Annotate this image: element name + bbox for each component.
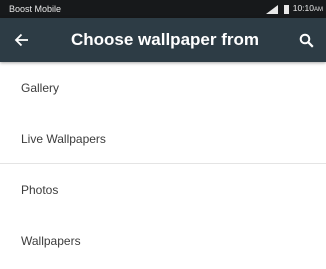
app-toolbar: Choose wallpaper from (0, 18, 326, 62)
status-icons: 10:10AM (265, 2, 323, 16)
carrier-name: Boost Mobile (9, 4, 62, 14)
page-title: Choose wallpaper from (71, 30, 259, 49)
back-arrow-icon (14, 33, 28, 47)
signal-icon (265, 4, 278, 14)
clock-suffix: AM (314, 7, 323, 13)
search-button[interactable] (294, 29, 318, 51)
list-item-live-wallpapers[interactable]: Live Wallpapers (0, 113, 326, 164)
back-button[interactable] (10, 29, 34, 51)
status-bar: Boost Mobile 10:10AM (0, 0, 326, 18)
list-item-label: Photos (21, 182, 59, 197)
list-item-photos[interactable]: Photos (0, 164, 326, 215)
list-item-label: Gallery (21, 80, 60, 95)
wallpaper-source-screen: Boost Mobile 10:10AM Choose wallpaper fr… (0, 0, 326, 269)
status-clock: 10:10AM (293, 2, 323, 16)
list-item-gallery[interactable]: Gallery (0, 62, 326, 113)
list-item-wallpapers[interactable]: Wallpapers (0, 215, 326, 266)
search-icon (299, 33, 314, 48)
list-item-label: Wallpapers (21, 233, 81, 248)
battery-icon (283, 4, 289, 14)
clock-time: 10:10 (292, 3, 314, 13)
list-item-label: Live Wallpapers (21, 131, 106, 146)
wallpaper-source-list: Gallery Live Wallpapers Photos Wallpaper… (0, 62, 326, 266)
